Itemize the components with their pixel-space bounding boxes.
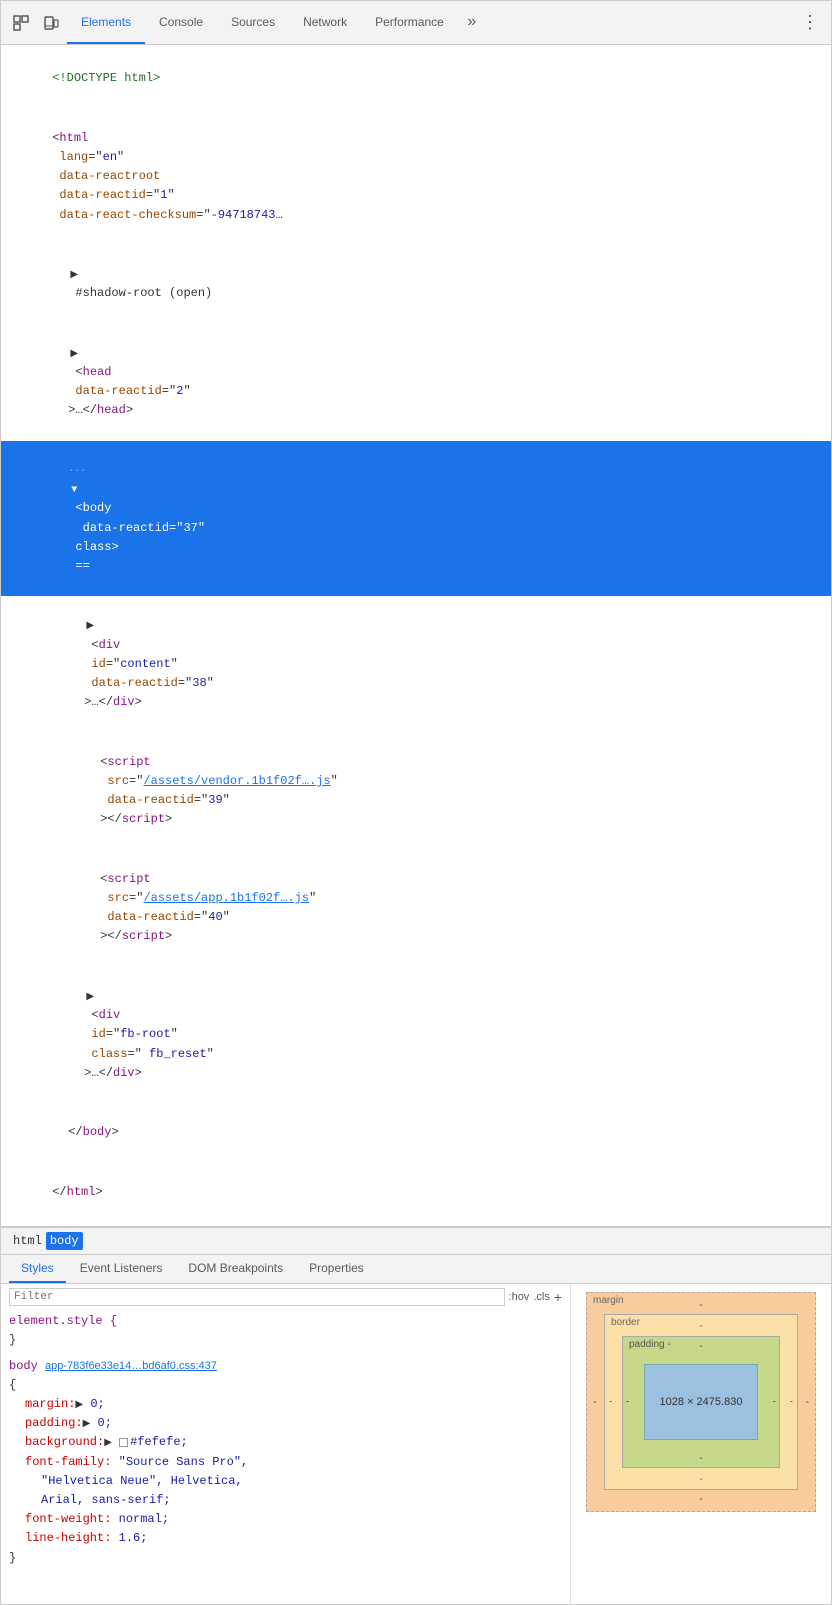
style-rule-body: body app-783f6e33e14…bd6af0.css:437 { ma… bbox=[9, 1357, 562, 1568]
expand-fb-root[interactable]: ▶ bbox=[84, 990, 96, 1006]
bm-content-size: 1028 × 2475.830 bbox=[660, 1396, 743, 1408]
more-options-btn[interactable]: ⋮ bbox=[795, 12, 825, 34]
style-rule-element: element.style { } bbox=[9, 1312, 562, 1350]
bm-border-right: - bbox=[790, 1397, 793, 1408]
app-script-link[interactable]: /assets/app.1b1f02f….js bbox=[143, 891, 309, 905]
tab-sources[interactable]: Sources bbox=[217, 1, 289, 44]
bm-margin-right: - bbox=[805, 1396, 809, 1408]
expand-shadow-root[interactable]: ▶ bbox=[68, 268, 80, 284]
bm-margin-left: - bbox=[593, 1396, 597, 1408]
devtools-container: Elements Console Sources Network Perform… bbox=[0, 0, 832, 1605]
tab-network[interactable]: Network bbox=[289, 1, 361, 44]
color-swatch bbox=[119, 1438, 128, 1447]
tab-network-label: Network bbox=[303, 15, 347, 29]
inspect-icon bbox=[13, 15, 29, 31]
code-line-html-close[interactable]: </html> bbox=[1, 1163, 831, 1223]
code-line-body-close[interactable]: </body> bbox=[1, 1103, 831, 1163]
bm-padding-top: - bbox=[699, 1341, 702, 1352]
bm-padding-right: - bbox=[773, 1397, 776, 1408]
filter-add-btn[interactable]: + bbox=[554, 1289, 562, 1305]
code-line-head[interactable]: ▶ <head data-reactid="2" >…</head> bbox=[1, 324, 831, 441]
code-line-html[interactable]: <html lang="en" data-reactroot data-reac… bbox=[1, 109, 831, 245]
bm-margin-bottom: - bbox=[699, 1493, 703, 1505]
styles-right: margin - - - - border - - bbox=[571, 1284, 831, 1604]
styles-left: :hov .cls + element.style { } body app-7… bbox=[1, 1284, 571, 1604]
bm-border-label: border bbox=[605, 1315, 646, 1330]
bm-padding-bottom: - bbox=[699, 1453, 702, 1464]
code-line-div-content[interactable]: ▶ <div id="content" data-reactid="38" >…… bbox=[1, 596, 831, 732]
toolbar-tabs: Elements Console Sources Network Perform… bbox=[67, 1, 486, 44]
body-dot-indicator: ··· bbox=[68, 466, 86, 477]
box-model: margin - - - - border - - bbox=[586, 1292, 816, 1512]
code-line-doctype[interactable]: <!DOCTYPE html> bbox=[1, 49, 831, 109]
tab-more-label: » bbox=[467, 13, 476, 31]
code-line-script-app[interactable]: <script src="/assets/app.1b1f02f….js" da… bbox=[1, 850, 831, 967]
tab-performance[interactable]: Performance bbox=[361, 1, 458, 44]
bm-padding-label: padding - bbox=[623, 1337, 677, 1352]
expand-div-content[interactable]: ▶ bbox=[84, 619, 96, 635]
doctype-text: <!DOCTYPE html> bbox=[52, 71, 160, 85]
elements-panel: <!DOCTYPE html> <html lang="en" data-rea… bbox=[1, 45, 831, 1227]
expand-head[interactable]: ▶ bbox=[68, 347, 80, 363]
tab-elements[interactable]: Elements bbox=[67, 1, 145, 44]
html-tag: html bbox=[59, 131, 88, 145]
device-icon-btn[interactable] bbox=[37, 9, 65, 37]
bm-margin-label: margin bbox=[587, 1293, 630, 1308]
code-line-fb-root[interactable]: ▶ <div id="fb-root" class=" fb_reset" >…… bbox=[1, 967, 831, 1103]
breadcrumb-bar: html body bbox=[1, 1227, 831, 1255]
filter-row: :hov .cls + bbox=[9, 1288, 562, 1306]
tab-dom-breakpoints[interactable]: DOM Breakpoints bbox=[176, 1255, 295, 1283]
code-line-shadow-root[interactable]: ▶ #shadow-root (open) bbox=[1, 245, 831, 324]
inspect-icon-btn[interactable] bbox=[7, 9, 35, 37]
tab-console-label: Console bbox=[159, 15, 203, 29]
filter-input[interactable] bbox=[9, 1288, 505, 1306]
bm-border-left: - bbox=[609, 1397, 612, 1408]
bm-border-bottom: - bbox=[699, 1474, 702, 1485]
device-icon bbox=[43, 15, 59, 31]
bottom-panel: Styles Event Listeners DOM Breakpoints P… bbox=[1, 1255, 831, 1604]
breadcrumb-html[interactable]: html bbox=[9, 1232, 46, 1250]
tab-more[interactable]: » bbox=[458, 11, 486, 35]
filter-pseudo-btn[interactable]: :hov bbox=[509, 1291, 530, 1303]
tab-styles[interactable]: Styles bbox=[9, 1255, 66, 1283]
tab-console[interactable]: Console bbox=[145, 1, 217, 44]
expand-body[interactable]: ▼ bbox=[68, 483, 80, 499]
bm-margin-top: - bbox=[699, 1299, 703, 1311]
tab-performance-label: Performance bbox=[375, 15, 444, 29]
body-rule-link[interactable]: app-783f6e33e14…bd6af0.css:437 bbox=[45, 1360, 217, 1372]
tab-event-listeners[interactable]: Event Listeners bbox=[68, 1255, 175, 1283]
filter-cls-btn[interactable]: .cls bbox=[533, 1291, 550, 1303]
bm-padding-left: - bbox=[626, 1397, 629, 1408]
toolbar: Elements Console Sources Network Perform… bbox=[1, 1, 831, 45]
breadcrumb-body[interactable]: body bbox=[46, 1232, 83, 1250]
code-line-body[interactable]: ··· ▼ <body data-reactid="37" class> == … bbox=[1, 441, 831, 597]
styles-panel: :hov .cls + element.style { } body app-7… bbox=[1, 1284, 831, 1604]
tab-properties[interactable]: Properties bbox=[297, 1255, 376, 1283]
bm-content-box: 1028 × 2475.830 bbox=[644, 1364, 758, 1440]
tab-elements-label: Elements bbox=[81, 15, 131, 29]
vendor-script-link[interactable]: /assets/vendor.1b1f02f….js bbox=[143, 774, 330, 788]
code-line-script-vendor[interactable]: <script src="/assets/vendor.1b1f02f….js"… bbox=[1, 733, 831, 850]
bottom-tabs: Styles Event Listeners DOM Breakpoints P… bbox=[1, 1255, 831, 1284]
html-lang-attr: lang bbox=[52, 150, 88, 164]
tab-sources-label: Sources bbox=[231, 15, 275, 29]
bm-border-top: - bbox=[699, 1321, 702, 1332]
